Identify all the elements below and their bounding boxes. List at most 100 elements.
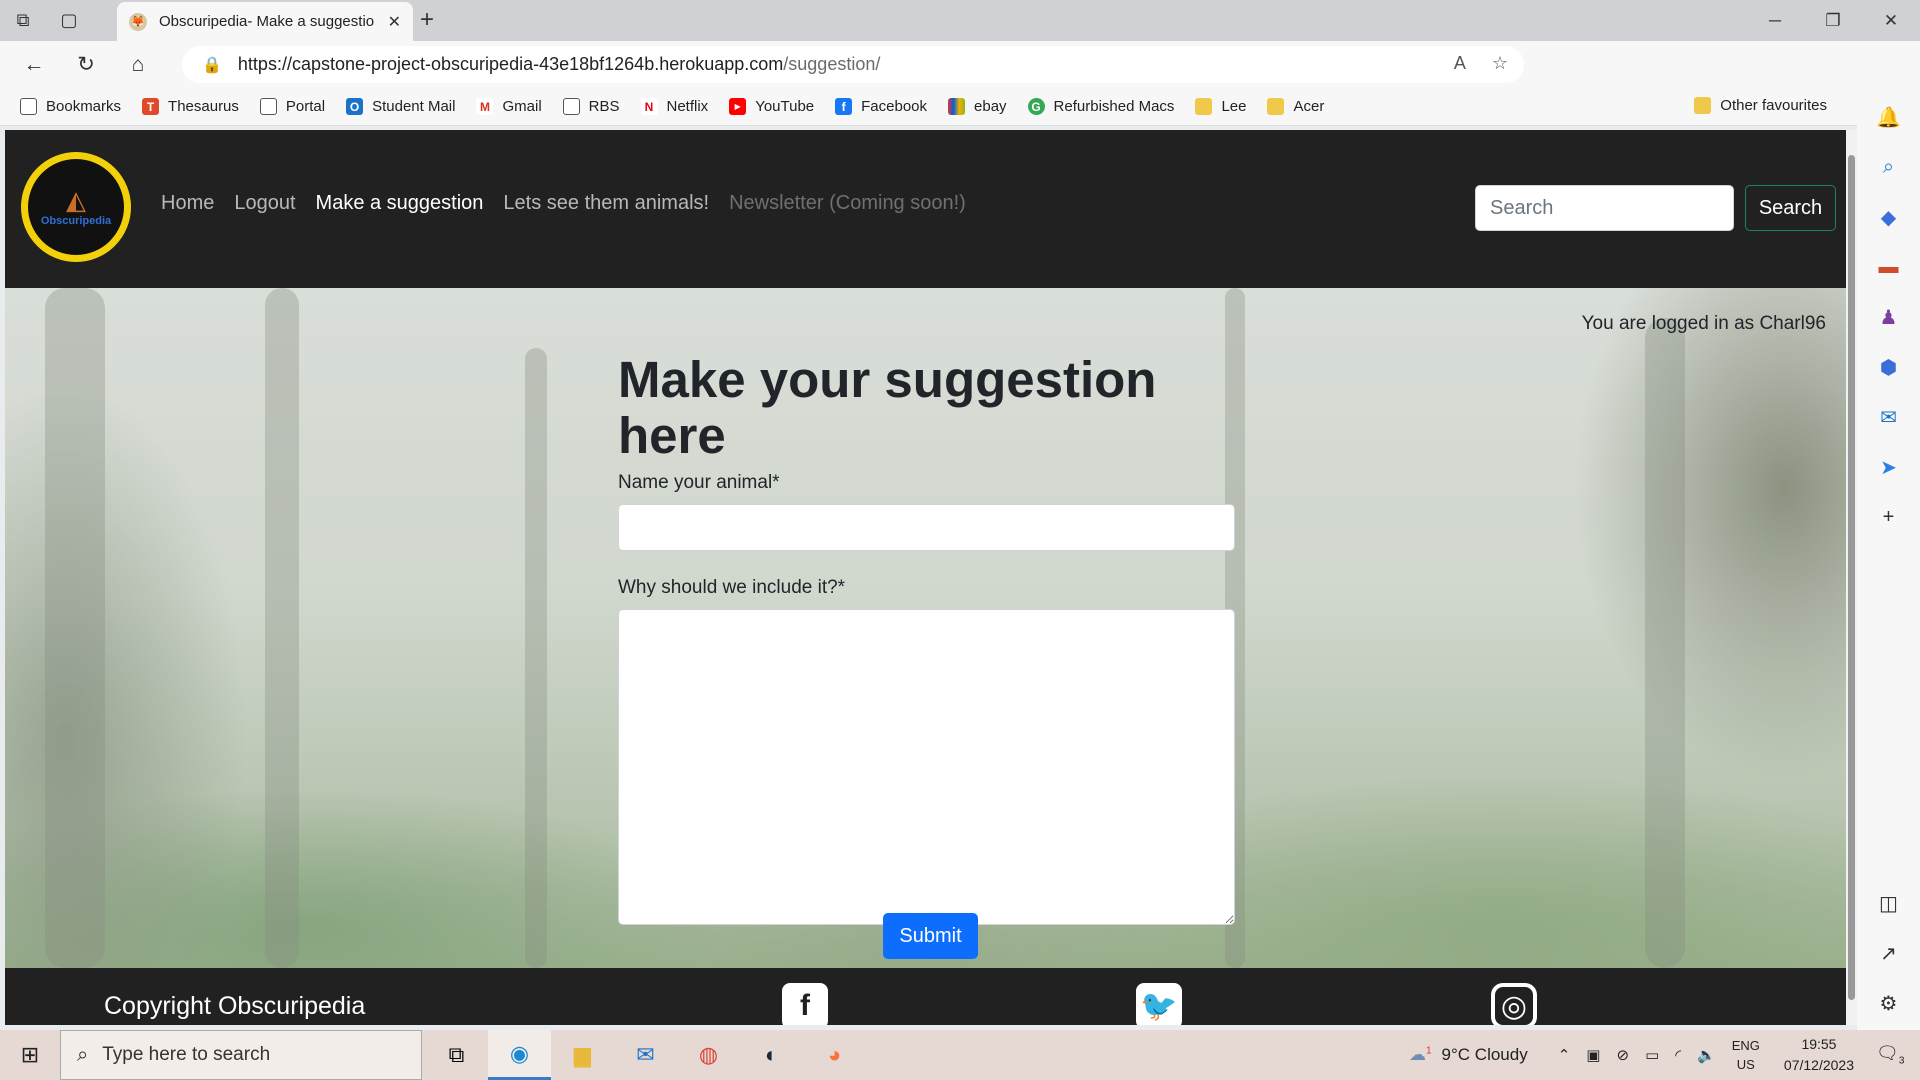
tab-actions-icon[interactable]: ▢	[46, 0, 92, 41]
network-status-icon[interactable]: ⊘	[1616, 1046, 1629, 1064]
bookmark-folder[interactable]: Acer	[1267, 98, 1324, 115]
taskbar-search-placeholder: Type here to search	[102, 1044, 271, 1065]
minimize-icon[interactable]: ─	[1746, 0, 1804, 41]
site-navbar: ◭ Obscuripedia Home Logout Make a sugges…	[5, 130, 1846, 288]
bookmark-item[interactable]: Portal	[259, 98, 325, 115]
search-icon[interactable]: ⌕	[1874, 152, 1904, 182]
animal-name-input[interactable]	[618, 504, 1235, 552]
bookmark-item[interactable]: M Gmail	[476, 98, 542, 115]
page-icon	[259, 98, 277, 115]
bookmark-item[interactable]: ▶ YouTube	[729, 98, 814, 115]
site-logo[interactable]: ◭ Obscuripedia	[21, 152, 131, 262]
favorite-star-icon[interactable]: ☆	[1492, 53, 1508, 74]
gmail-icon: M	[476, 98, 494, 115]
volume-icon[interactable]: 🔈	[1697, 1046, 1716, 1064]
reason-label: Why should we include it?*	[618, 577, 846, 599]
tools-icon[interactable]: ▬	[1874, 252, 1904, 282]
facebook-icon: f	[835, 98, 853, 115]
settings-gear-icon[interactable]: ⚙	[1874, 988, 1904, 1018]
add-icon[interactable]: +	[1874, 502, 1904, 532]
bookmark-item[interactable]: RBS	[562, 98, 620, 115]
close-window-icon[interactable]: ✕	[1862, 0, 1920, 41]
bookmark-item[interactable]: ebay	[948, 98, 1007, 115]
input-language[interactable]: ENG US	[1732, 1036, 1760, 1075]
read-aloud-icon[interactable]: A	[1454, 53, 1466, 74]
refresh-icon[interactable]: ↻	[60, 41, 112, 88]
sidebar-toggle-icon[interactable]: ◫	[1874, 888, 1904, 918]
twitter-icon[interactable]: 🐦	[1136, 983, 1182, 1025]
folder-icon	[1694, 97, 1712, 114]
notification-count: 3	[1898, 1055, 1905, 1067]
suggestion-form: Make your suggestion here Name your anim…	[618, 351, 1235, 926]
other-favourites[interactable]: Other favourites	[1694, 97, 1827, 114]
task-view-icon[interactable]: ⧉	[425, 1030, 488, 1080]
reason-textarea[interactable]	[618, 609, 1235, 926]
animal-name-label: Name your animal*	[618, 472, 780, 494]
bookmark-item[interactable]: T Thesaurus	[142, 98, 239, 115]
bookmark-item[interactable]: f Facebook	[835, 98, 927, 115]
weather-badge: 1	[1425, 1045, 1432, 1057]
wifi-icon[interactable]: ◜	[1675, 1046, 1681, 1064]
instagram-icon[interactable]: ◎	[1491, 983, 1537, 1025]
netflix-icon: N	[640, 98, 658, 115]
close-tab-icon[interactable]: ✕	[388, 12, 401, 32]
chevron-up-icon[interactable]: ⌃	[1558, 1046, 1571, 1064]
steam-app-icon[interactable]: ◐	[740, 1030, 803, 1080]
submit-button[interactable]: Submit	[883, 913, 978, 959]
browser-tab[interactable]: 🦊 Obscuripedia- Make a suggestio ✕	[117, 2, 413, 41]
battery-icon[interactable]: ▭	[1645, 1046, 1659, 1064]
new-tab-icon[interactable]: +	[420, 6, 434, 34]
firefox-app-icon[interactable]: ◕	[803, 1030, 866, 1080]
nav-make-suggestion[interactable]: Make a suggestion	[316, 192, 484, 215]
page-icon	[20, 98, 37, 115]
edge-app-icon[interactable]: ◉	[488, 1030, 551, 1080]
edge-sidebar: 🔔 ⌕ ◆ ▬ ♟ ⬢ ✉ ➤ + ◫ ↗ ⚙	[1857, 88, 1920, 1030]
bookmark-item[interactable]: O Student Mail	[346, 98, 455, 115]
youtube-icon: ▶	[729, 98, 747, 115]
outlook-icon[interactable]: ✉	[1874, 402, 1904, 432]
windows-start-icon[interactable]: ⊞	[0, 1030, 60, 1080]
games-icon[interactable]: ♟	[1874, 302, 1904, 332]
drop-icon[interactable]: ➤	[1874, 452, 1904, 482]
workspaces-icon[interactable]: ⧉	[0, 0, 46, 41]
page-scrollbar[interactable]	[1846, 130, 1857, 1025]
bookmark-folder[interactable]: Lee	[1195, 98, 1246, 115]
taskbar-apps: ⧉ ◉ ▆ ✉ ◍ ◐ ◕	[425, 1030, 866, 1080]
notifications-bell-icon[interactable]: 🔔	[1874, 102, 1904, 132]
back-icon[interactable]: ←	[8, 41, 60, 88]
site-search-button[interactable]: Search	[1745, 185, 1836, 231]
clock[interactable]: 19:55 07/12/2023	[1784, 1034, 1854, 1076]
url-path: /suggestion/	[783, 54, 881, 74]
refurb-icon: G	[1027, 98, 1045, 115]
shopping-icon[interactable]: ◆	[1874, 202, 1904, 232]
file-explorer-icon[interactable]: ▆	[551, 1030, 614, 1080]
meet-now-icon[interactable]: ▣	[1586, 1046, 1600, 1064]
taskbar-search[interactable]: ⌕ Type here to search	[60, 1030, 422, 1080]
mail-app-icon[interactable]: ✉	[614, 1030, 677, 1080]
bookmarks-bar: Bookmarks T Thesaurus Portal O Student Mai…	[0, 88, 1920, 126]
lock-icon[interactable]: 🔒	[202, 55, 222, 75]
weather-widget[interactable]: ☁1 9°C Cloudy	[1409, 1045, 1528, 1065]
external-link-icon[interactable]: ↗	[1874, 938, 1904, 968]
page-icon	[562, 98, 580, 115]
notification-center-icon[interactable]: 🗨3	[1876, 1043, 1920, 1067]
restore-icon[interactable]: ❐	[1804, 0, 1862, 41]
thesaurus-icon: T	[142, 98, 160, 115]
nav-home[interactable]: Home	[161, 192, 214, 215]
facebook-icon[interactable]: f	[782, 983, 828, 1025]
folder-icon	[1195, 98, 1213, 115]
home-icon[interactable]: ⌂	[112, 41, 164, 88]
chrome-app-icon[interactable]: ◍	[677, 1030, 740, 1080]
address-bar[interactable]: 🔒 https://capstone-project-obscuripedia-…	[182, 46, 1524, 83]
site-search-input[interactable]	[1475, 185, 1734, 231]
nav-animals[interactable]: Lets see them animals!	[503, 192, 709, 215]
url-host: https://capstone-project-obscuripedia-43…	[237, 54, 784, 74]
scrollbar-thumb[interactable]	[1848, 155, 1855, 1000]
copyright-text: Copyright Obscuripedia	[104, 992, 366, 1020]
bookmark-item[interactable]: Bookmarks	[20, 98, 121, 115]
bookmark-item[interactable]: G Refurbished Macs	[1027, 98, 1174, 115]
page-viewport: ◭ Obscuripedia Home Logout Make a sugges…	[5, 130, 1846, 1025]
bookmark-item[interactable]: N Netflix	[640, 98, 708, 115]
office-icon[interactable]: ⬢	[1874, 352, 1904, 382]
nav-logout[interactable]: Logout	[234, 192, 295, 215]
